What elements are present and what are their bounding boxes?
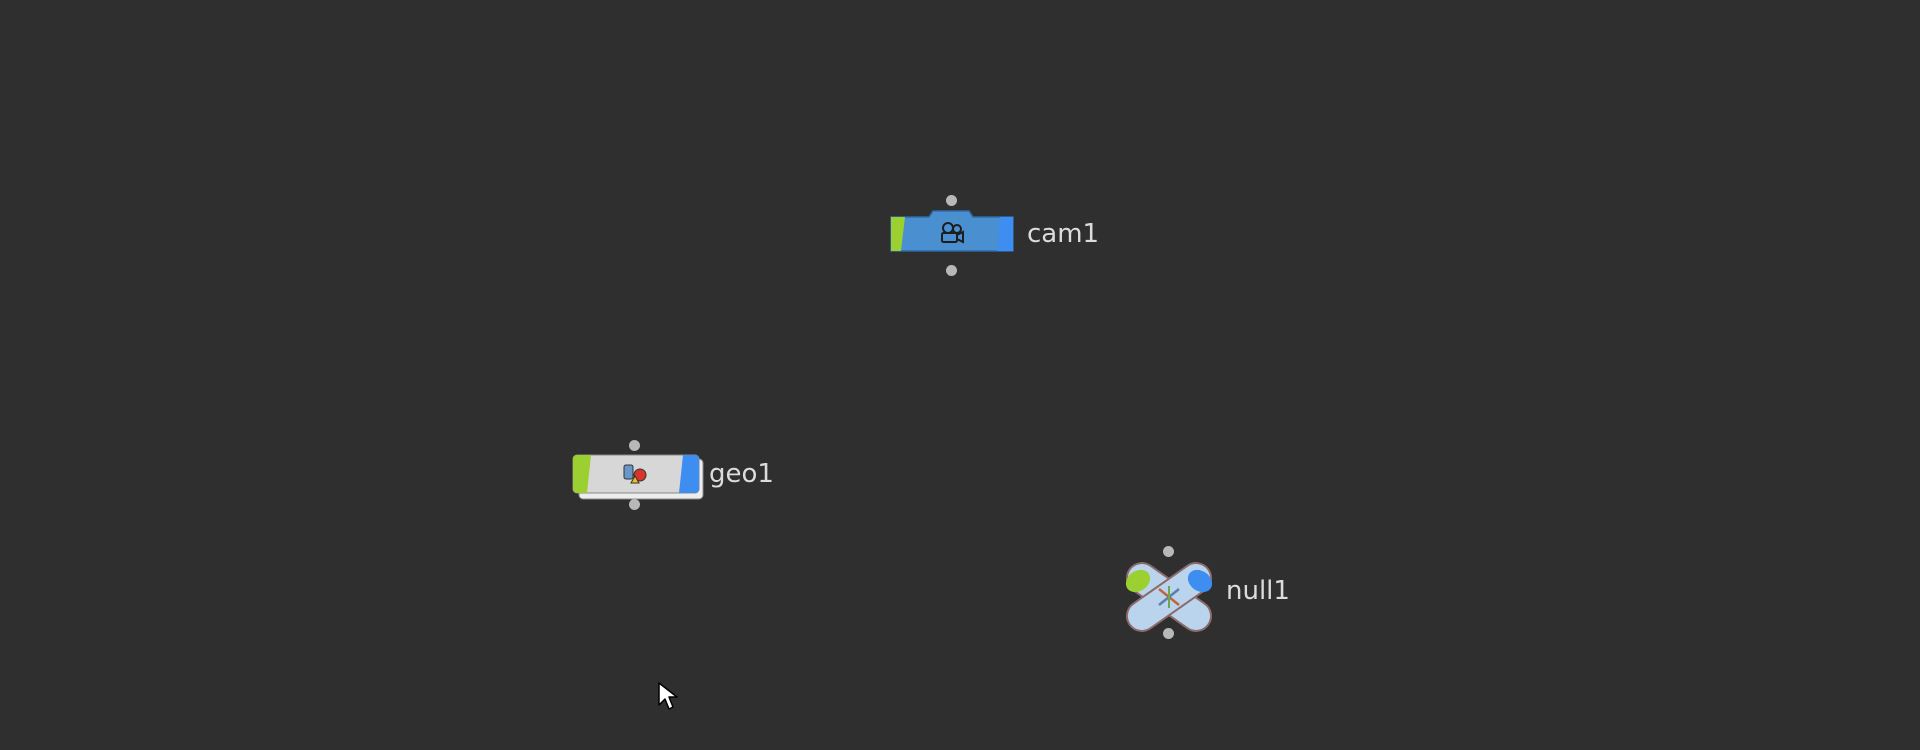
output-connector[interactable] [946,265,957,276]
node-label-cam1[interactable]: cam1 [1027,219,1099,249]
node-label-geo1[interactable]: geo1 [709,459,774,489]
input-connector[interactable] [946,195,957,206]
node-body[interactable] [1119,556,1229,638]
node-cam1[interactable] [887,193,1017,278]
node-body[interactable] [887,207,1017,267]
output-connector[interactable] [629,499,640,510]
output-connector[interactable] [1163,628,1174,639]
input-connector[interactable] [629,440,640,451]
mouse-pointer-icon [658,682,678,710]
node-label-null1[interactable]: null1 [1226,576,1290,606]
node-geo1[interactable] [569,433,709,518]
node-null1[interactable] [1119,546,1229,642]
network-editor-canvas[interactable]: cam1 geo1 null1 [0,0,1920,750]
node-body[interactable] [569,451,709,507]
